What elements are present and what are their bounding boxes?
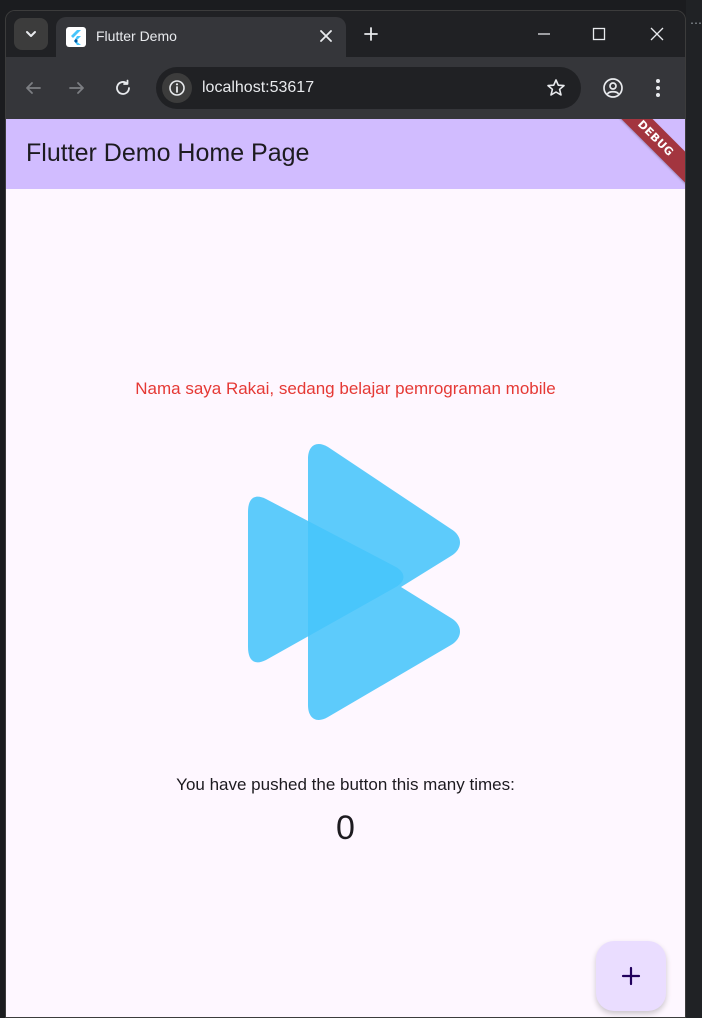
maximize-button[interactable]	[579, 19, 619, 49]
debug-banner: DEBUG	[602, 119, 685, 192]
close-icon	[320, 30, 332, 42]
profile-icon	[603, 78, 623, 98]
tab-close-button[interactable]	[316, 26, 336, 46]
reload-icon	[116, 79, 130, 95]
tab-search-button[interactable]	[14, 18, 48, 50]
tab-flutter-demo[interactable]: Flutter Demo	[56, 17, 346, 57]
reload-button[interactable]	[108, 73, 138, 103]
browser-window: Flutter Demo localhost:53617 Flutter Dem…	[5, 10, 686, 1018]
desktop: ⋯ Flutter Demo localhost:53617 Flutter D…	[0, 0, 702, 1018]
address-bar[interactable]: localhost:53617	[156, 67, 581, 109]
profile-button[interactable]	[598, 73, 628, 103]
more-vert-icon	[656, 79, 660, 97]
page-title: Flutter Demo Home Page	[26, 139, 310, 167]
url-text[interactable]: localhost:53617	[202, 79, 314, 97]
tab-bar: Flutter Demo	[6, 11, 685, 57]
close-icon	[650, 27, 664, 41]
minimize-icon	[538, 33, 550, 35]
tab-title: Flutter Demo	[96, 28, 177, 44]
bookmark-button[interactable]	[545, 77, 567, 99]
intro-text: Nama saya Rakai, sedang belajar pemrogra…	[135, 379, 556, 398]
add-icon	[621, 966, 641, 986]
flutter-favicon-icon	[66, 27, 86, 47]
background-more-icon: ⋯	[690, 16, 702, 30]
forward-button[interactable]	[62, 73, 92, 103]
star-icon	[547, 79, 565, 96]
browser-menu-button[interactable]	[643, 73, 673, 103]
plus-icon	[364, 27, 378, 41]
flutter-app-viewport: Flutter Demo Home Page DEBUG Nama saya R…	[6, 119, 685, 1017]
flutter-logo-icon	[248, 444, 460, 720]
minimize-button[interactable]	[524, 19, 564, 49]
app-bar: Flutter Demo Home Page DEBUG	[6, 119, 685, 192]
window-close-button[interactable]	[637, 19, 677, 49]
site-info-button[interactable]	[162, 73, 192, 103]
back-button[interactable]	[18, 73, 48, 103]
maximize-icon	[592, 27, 606, 41]
increment-fab-button[interactable]	[596, 941, 666, 1011]
tab-search-chevron-icon	[26, 31, 36, 37]
background-ide-strip	[686, 0, 702, 1018]
info-icon	[169, 80, 185, 96]
counter-value: 0	[336, 809, 355, 847]
counter-label: You have pushed the button this many tim…	[176, 775, 515, 794]
back-arrow-icon	[26, 82, 41, 94]
new-tab-button[interactable]	[360, 23, 382, 45]
forward-arrow-icon	[69, 82, 84, 94]
browser-toolbar: localhost:53617	[6, 57, 685, 119]
